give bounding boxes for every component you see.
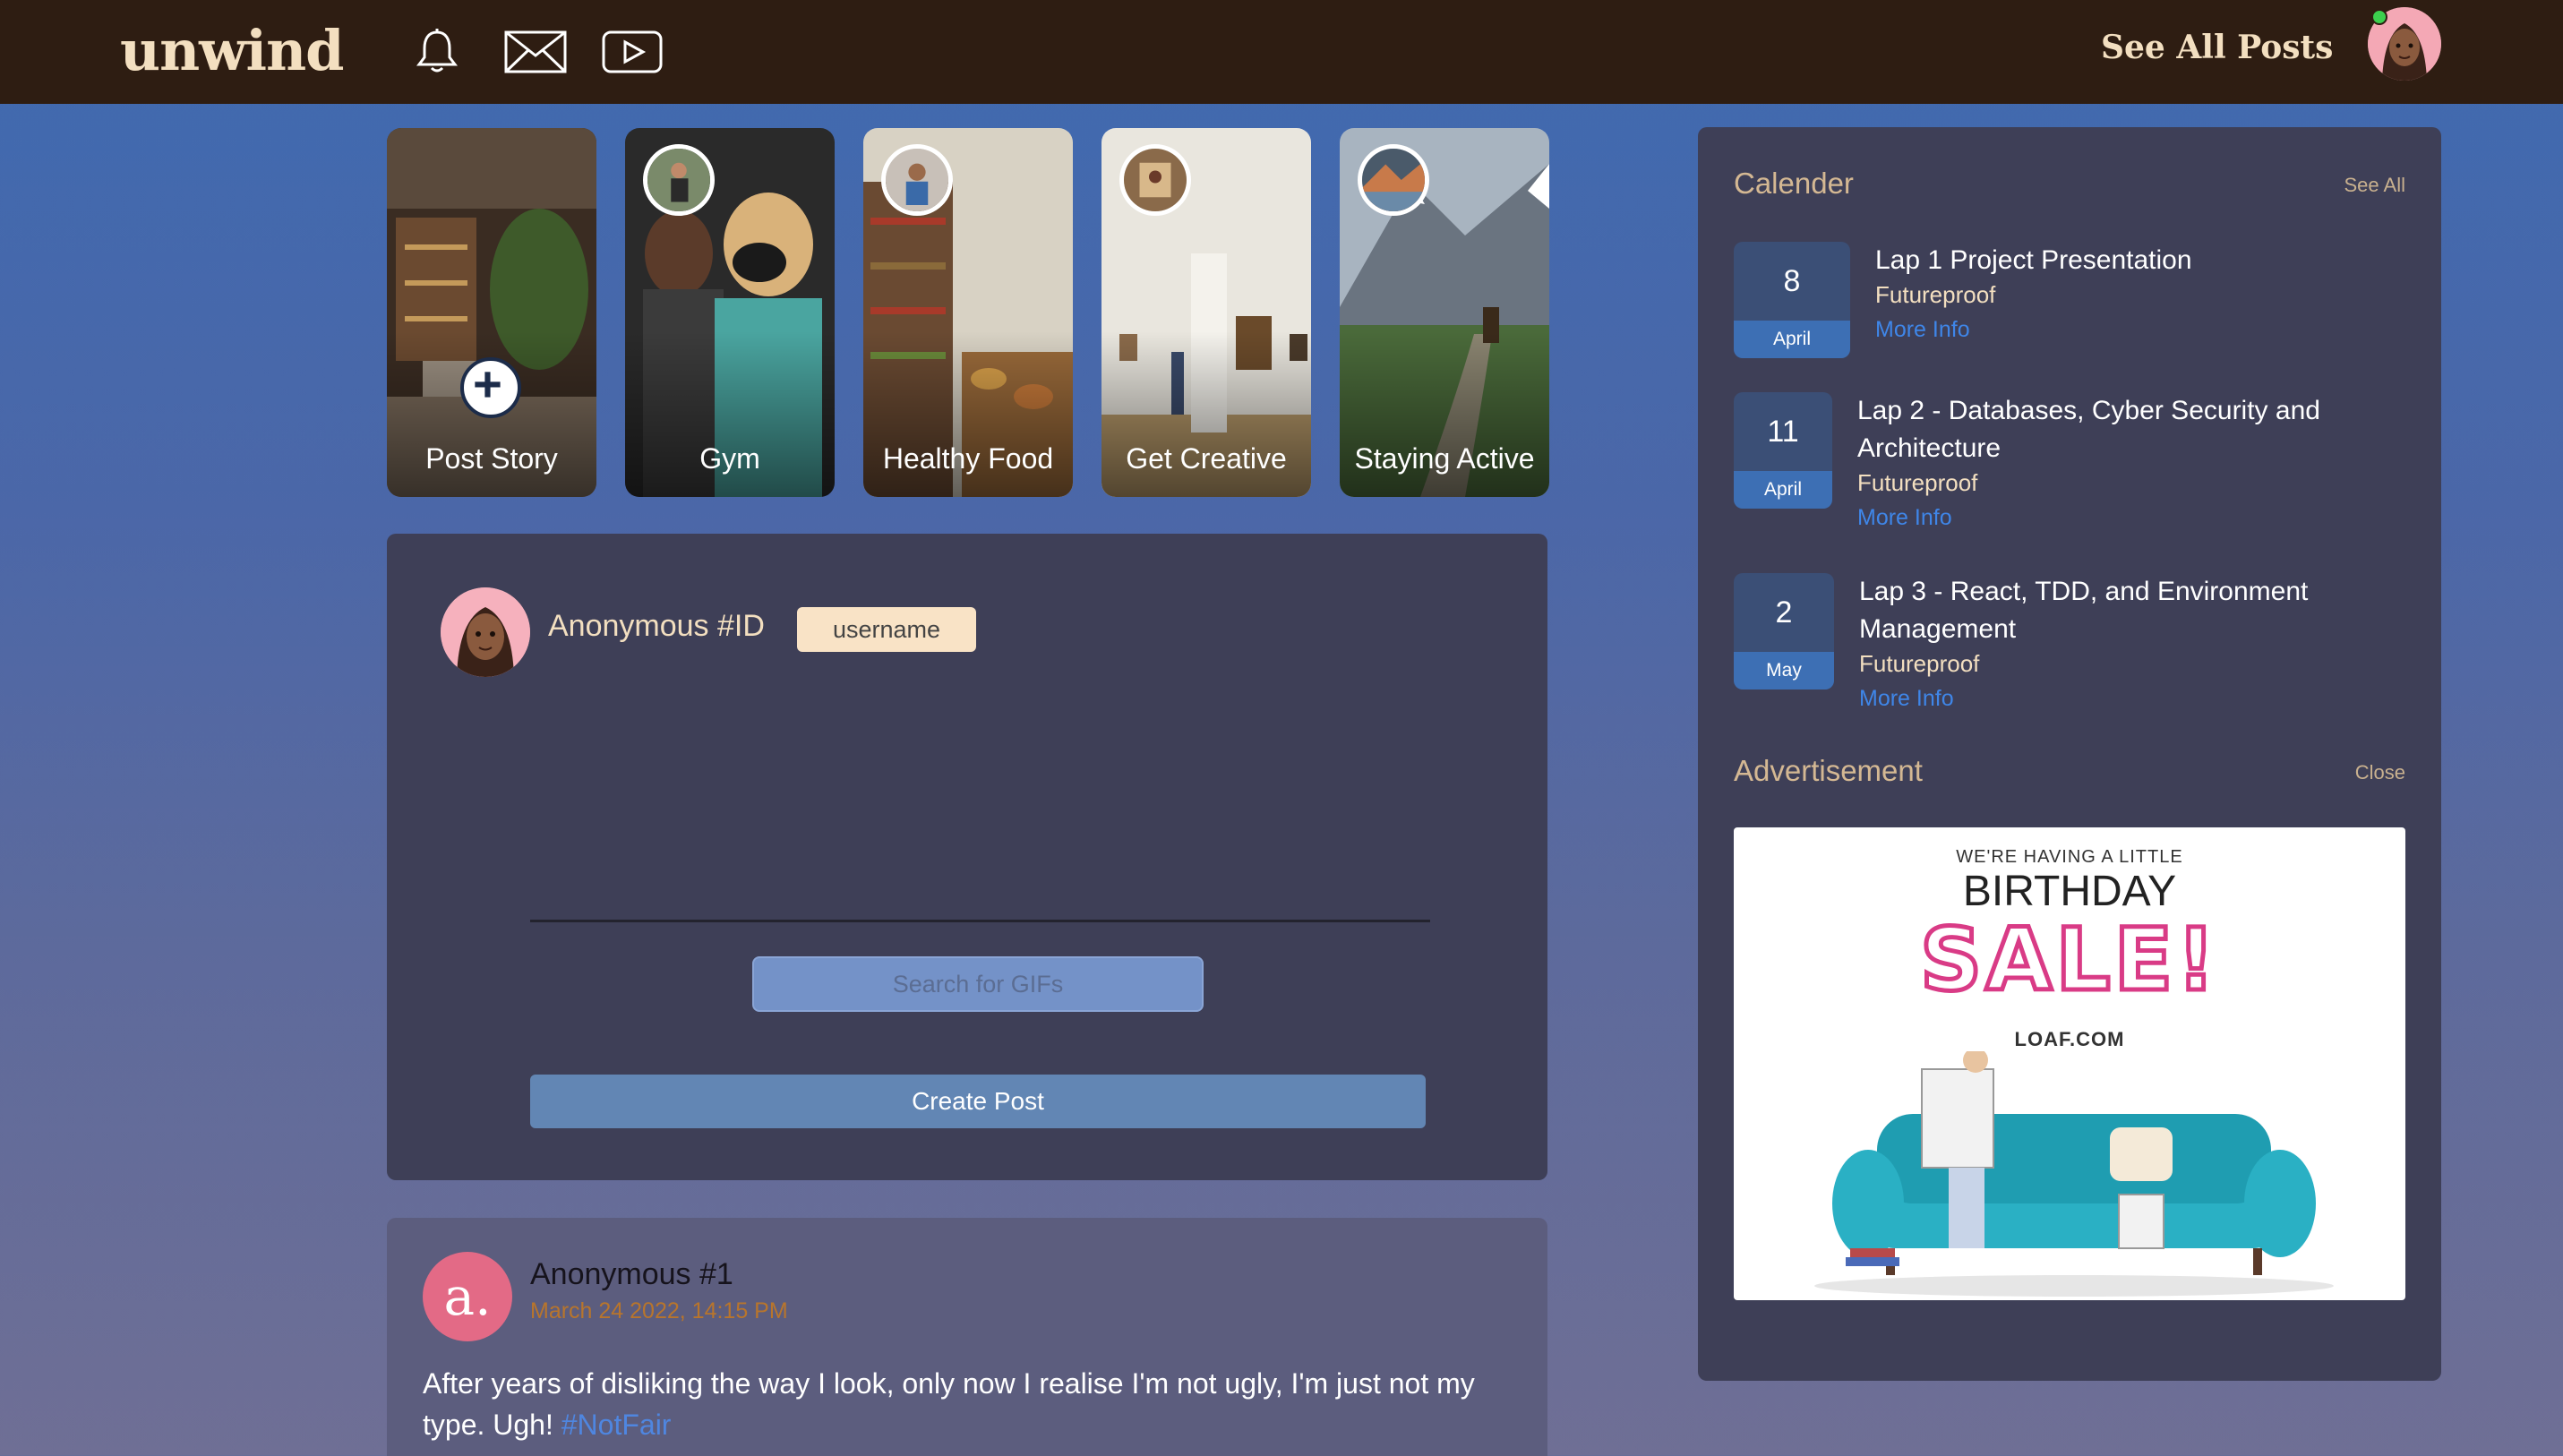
calendar-title: Calender: [1734, 167, 1854, 200]
event-date-badge: 8 April: [1734, 242, 1850, 358]
story-card-staying-active[interactable]: Staying Active: [1340, 128, 1549, 497]
advertisement-title: Advertisement: [1734, 754, 1923, 787]
event-title: Lap 3 - React, TDD, and Environment Mana…: [1859, 577, 2309, 644]
post-hashtag-link[interactable]: #NotFair: [561, 1409, 672, 1441]
event-day: 11: [1767, 414, 1799, 449]
online-status-dot: [2371, 9, 2387, 25]
mail-icon[interactable]: [503, 27, 568, 77]
story-user-avatar: [881, 144, 953, 216]
event-day: 2: [1775, 595, 1793, 630]
event-month: April: [1734, 471, 1832, 509]
advertisement-close-link[interactable]: Close: [2355, 761, 2405, 784]
post-body: After years of disliking the way I look,…: [423, 1363, 1497, 1445]
story-user-avatar: [1119, 144, 1191, 216]
feed-post: a. Anonymous #1 March 24 2022, 14:15 PM …: [387, 1218, 1547, 1456]
top-navbar: unwind See All Posts: [0, 0, 2563, 104]
event-title: Lap 1 Project Presentation: [1875, 245, 2192, 275]
calendar-event[interactable]: 2 May Lap 3 - React, TDD, and Environmen…: [1734, 573, 2414, 716]
story-label: Get Creative: [1126, 442, 1287, 475]
bell-icon[interactable]: [405, 27, 469, 77]
right-sidebar: Calender See All 8 April Lap 1 Project P…: [1698, 127, 2441, 1381]
composer-avatar: [441, 587, 530, 677]
see-all-posts-link[interactable]: See All Posts: [2101, 29, 2333, 66]
calendar-event[interactable]: 8 April Lap 1 Project Presentation Futur…: [1734, 242, 2414, 367]
story-card-gym[interactable]: Gym: [625, 128, 835, 497]
ad-domain: LOAF.COM: [2014, 1028, 2125, 1050]
event-organizer: Futureproof: [1857, 469, 1978, 496]
post-author-name: Anonymous #1: [530, 1257, 733, 1291]
ad-line-1: WE'RE HAVING A LITTLE: [1956, 847, 2183, 867]
event-more-info-link[interactable]: More Info: [1875, 317, 1970, 343]
advertisement-banner[interactable]: WE'RE HAVING A LITTLE BIRTHDAY SALE! LOA…: [1734, 827, 2405, 1300]
story-label: Staying Active: [1354, 442, 1535, 475]
gif-search-input[interactable]: Search for GIFs: [752, 956, 1204, 1012]
add-story-plus-icon[interactable]: [460, 357, 521, 418]
event-date-badge: 2 May: [1734, 573, 1834, 689]
composer-display-name: Anonymous #ID: [548, 609, 765, 643]
story-card-get-creative[interactable]: Get Creative: [1101, 128, 1311, 497]
event-month: April: [1734, 321, 1850, 358]
story-label: Healthy Food: [882, 442, 1054, 475]
event-title: Lap 2 - Databases, Cyber Security and Ar…: [1857, 396, 2320, 463]
create-post-card: Anonymous #ID username Search for GIFs C…: [387, 534, 1547, 1180]
story-user-avatar: [1358, 144, 1429, 216]
story-user-avatar: [643, 144, 715, 216]
event-more-info-link[interactable]: More Info: [1857, 505, 1952, 531]
post-timestamp: March 24 2022, 14:15 PM: [530, 1298, 788, 1323]
ad-line-2: BIRTHDAY: [1962, 868, 2177, 915]
video-play-icon[interactable]: [600, 27, 664, 77]
event-day: 8: [1783, 263, 1801, 298]
event-organizer: Futureproof: [1859, 650, 1980, 677]
app-logo[interactable]: unwind: [120, 18, 345, 83]
post-author-avatar: a.: [423, 1252, 512, 1341]
ad-sofa-illustration: [1814, 1051, 2334, 1297]
story-label: Gym: [699, 442, 760, 475]
story-card-post-story[interactable]: Post Story: [387, 128, 596, 497]
ad-sale-text: SALE!: [1918, 908, 2219, 1013]
event-organizer: Futureproof: [1875, 281, 1996, 308]
story-label: Post Story: [425, 442, 558, 475]
event-month: May: [1734, 652, 1834, 689]
username-input[interactable]: username: [797, 607, 976, 652]
story-card-healthy-food[interactable]: Healthy Food: [863, 128, 1073, 497]
calendar-event[interactable]: 11 April Lap 2 - Databases, Cyber Securi…: [1734, 392, 2414, 535]
event-more-info-link[interactable]: More Info: [1859, 686, 1954, 712]
create-post-button[interactable]: Create Post: [530, 1075, 1426, 1128]
post-text-input[interactable]: [530, 695, 1430, 922]
calendar-see-all-link[interactable]: See All: [2344, 174, 2406, 197]
event-date-badge: 11 April: [1734, 392, 1832, 509]
